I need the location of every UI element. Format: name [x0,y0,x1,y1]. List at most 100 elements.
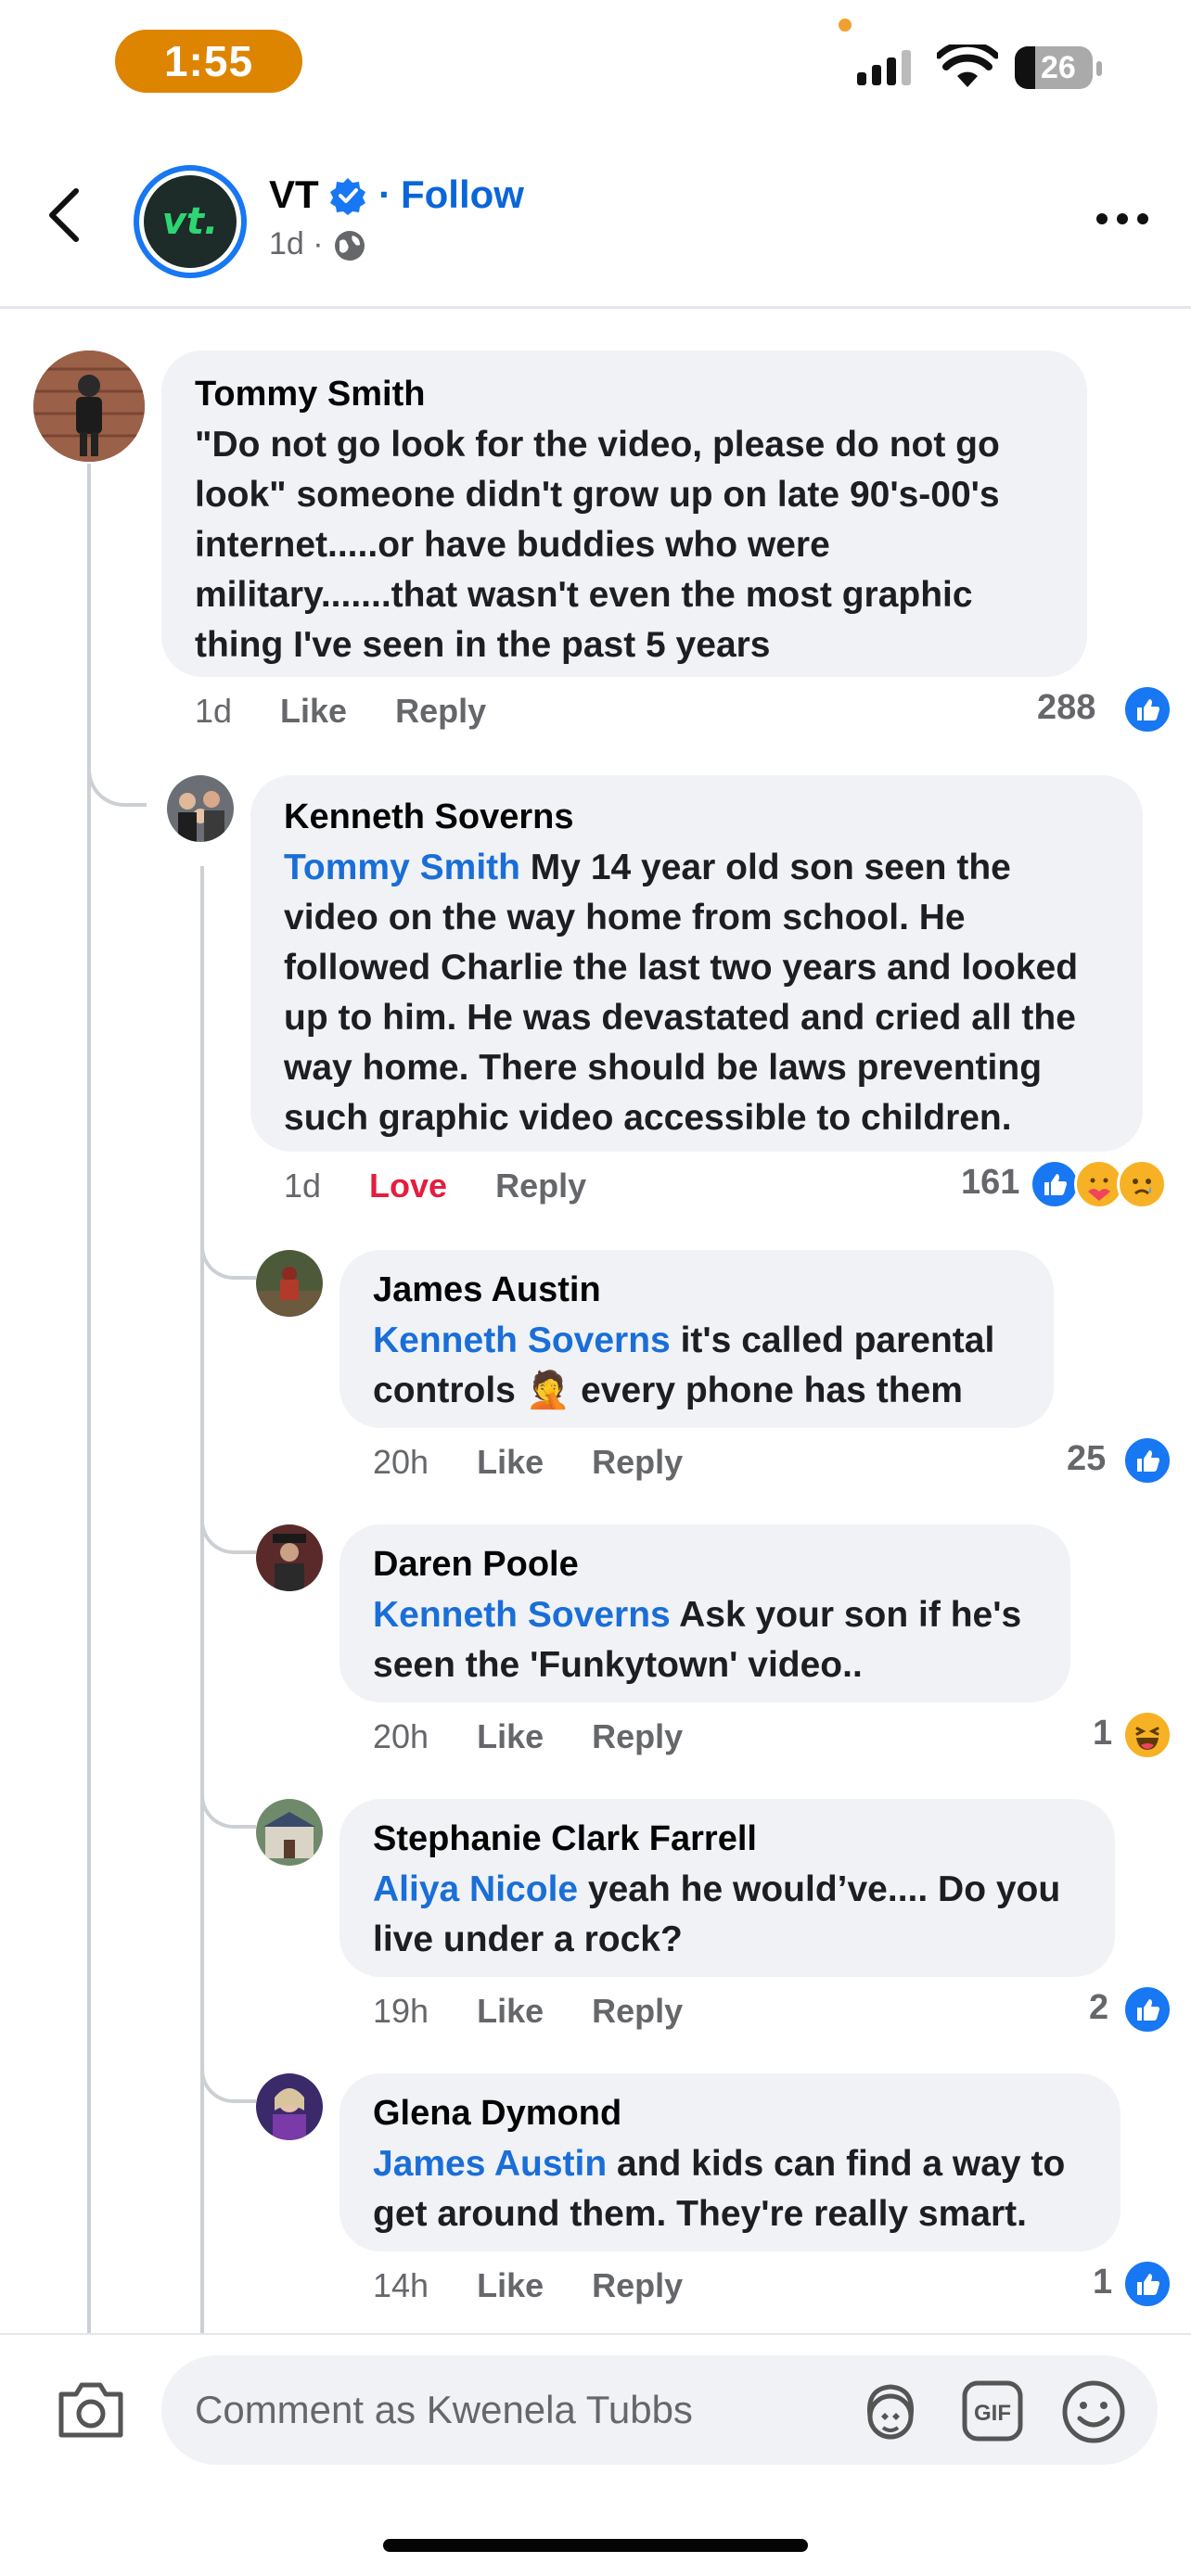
page-avatar[interactable]: vt. [134,165,247,278]
like-icon [1122,1435,1172,1486]
comment-author[interactable]: Glena Dymond [373,2094,1087,2134]
globe-icon [332,228,367,268]
page-name[interactable]: VT [269,172,319,217]
thread-line-replies [200,866,204,2337]
comment-actions: 14h Like Reply [373,2266,731,2305]
like-button[interactable]: Like [280,692,347,730]
like-button[interactable]: Like [477,1443,544,1481]
reply-button[interactable]: Reply [592,2266,683,2304]
thread-connector [200,1498,256,1554]
avatar-sticker-button[interactable] [857,2379,924,2447]
mention-link[interactable]: James Austin [373,2144,607,2184]
status-time: 1:55 [115,30,302,93]
avatar[interactable] [256,1250,323,1317]
comment-actions: 20h Like Reply [373,1443,731,1482]
comment-time: 1d [195,692,233,730]
mention-link[interactable]: Tommy Smith [284,848,520,887]
avatar[interactable] [256,2073,323,2140]
avatar[interactable] [167,775,234,842]
composer-divider [0,2333,1191,2335]
svg-text:GIF: GIF [974,2401,1011,2426]
comment-time: 20h [373,1717,429,1755]
comment-input-placeholder: Comment as Kwenela Tubbs [195,2388,693,2431]
comment-bubble: Daren Poole Kenneth Soverns Ask your son… [339,1524,1070,1702]
more-icon [1096,213,1148,224]
thread-connector [87,733,147,807]
comment-body: My 14 year old son seen the video on the… [284,848,1079,1138]
reaction-count[interactable]: 1 [1093,1714,1112,1753]
comment-author[interactable]: James Austin [373,1270,1020,1310]
reply-button[interactable]: Reply [495,1167,586,1205]
mention-link[interactable]: Kenneth Soverns [373,1320,671,1360]
comment-bubble: Glena Dymond James Austin and kids can f… [339,2073,1121,2251]
comment-bubble: James Austin Kenneth Soverns it's called… [339,1250,1054,1428]
comment-text: Kenneth Soverns Ask your son if he's see… [373,1590,1037,1690]
comment-bubble: Stephanie Clark Farrell Aliya Nicole yea… [339,1799,1115,1977]
comment-time: 14h [373,2266,429,2304]
follow-button[interactable]: Follow [401,172,524,217]
thread-connector [200,1224,256,1280]
mic-indicator [839,19,852,32]
reply-button[interactable]: Reply [592,1717,683,1755]
gif-icon: GIF [962,2380,1023,2442]
reaction-count[interactable]: 2 [1089,1988,1108,2028]
comment-author[interactable]: Tommy Smith [195,375,1054,414]
comment-actions: 19h Like Reply [373,1992,731,2031]
comment-text: "Do not go look for the video, please do… [195,425,1000,665]
camera-button[interactable] [56,2379,126,2445]
comment-author[interactable]: Daren Poole [373,1545,1037,1585]
like-icon [1030,1159,1080,1209]
comment-author[interactable]: Kenneth Soverns [284,797,1109,837]
battery-level: 26 [1041,49,1076,85]
like-icon [1122,684,1172,734]
back-arrow-icon [49,188,79,242]
signal-icon [855,46,920,92]
avatar[interactable] [256,1799,323,1866]
avatar[interactable] [256,1524,323,1591]
comment-time: 1d [284,1167,322,1205]
thread-connector [200,1773,256,1829]
reply-button[interactable]: Reply [395,692,486,730]
like-button[interactable]: Like [477,1717,544,1755]
comment-actions: 1d Love Reply [284,1167,634,1205]
mention-link[interactable]: Kenneth Soverns [373,1595,671,1635]
comment-time: 19h [373,1992,429,2030]
comment-bubble: Tommy Smith "Do not go look for the vide… [161,351,1087,677]
back-button[interactable] [45,185,85,249]
reaction-count[interactable]: 25 [1067,1439,1106,1479]
verified-badge-icon [328,176,367,220]
comment-text: Aliya Nicole yeah he would’ve.... Do you… [373,1865,1082,1965]
battery-cap [1096,61,1102,76]
like-icon [1122,1984,1172,2034]
haha-reaction-icon [1122,1710,1172,1760]
comment-text: James Austin and kids can find a way to … [373,2139,1087,2239]
mention-link[interactable]: Aliya Nicole [373,1869,578,1909]
reaction-count[interactable]: 1 [1093,2263,1112,2302]
love-button[interactable]: Love [369,1167,447,1205]
like-button[interactable]: Like [477,2266,544,2304]
camera-icon [58,2382,123,2438]
header-separator: · [378,172,391,216]
thread-connector [200,2047,256,2103]
comment-time: 20h [373,1443,429,1481]
avatar-sticker-icon [866,2384,915,2440]
reaction-count[interactable]: 161 [961,1163,1019,1203]
comment-actions: 1d Like Reply [195,692,534,731]
avatar[interactable] [33,351,145,462]
emoji-icon [1062,2380,1125,2443]
home-indicator [383,2539,808,2552]
wifi-icon [935,40,1000,94]
reaction-count[interactable]: 288 [1037,688,1095,728]
comment-text: Kenneth Soverns it's called parental con… [373,1316,1020,1416]
like-button[interactable]: Like [477,1992,544,2030]
emoji-button[interactable] [1061,2379,1126,2449]
reply-button[interactable]: Reply [592,1992,683,2030]
reply-button[interactable]: Reply [592,1443,683,1481]
battery-icon: 26 [1015,46,1093,89]
comment-author[interactable]: Stephanie Clark Farrell [373,1819,1082,1859]
gif-button[interactable]: GIF [961,2379,1024,2447]
more-button[interactable] [1095,210,1150,233]
comment-actions: 20h Like Reply [373,1717,731,1756]
comment-text: Tommy Smith My 14 year old son seen the … [284,843,1109,1143]
header-divider [0,306,1191,309]
